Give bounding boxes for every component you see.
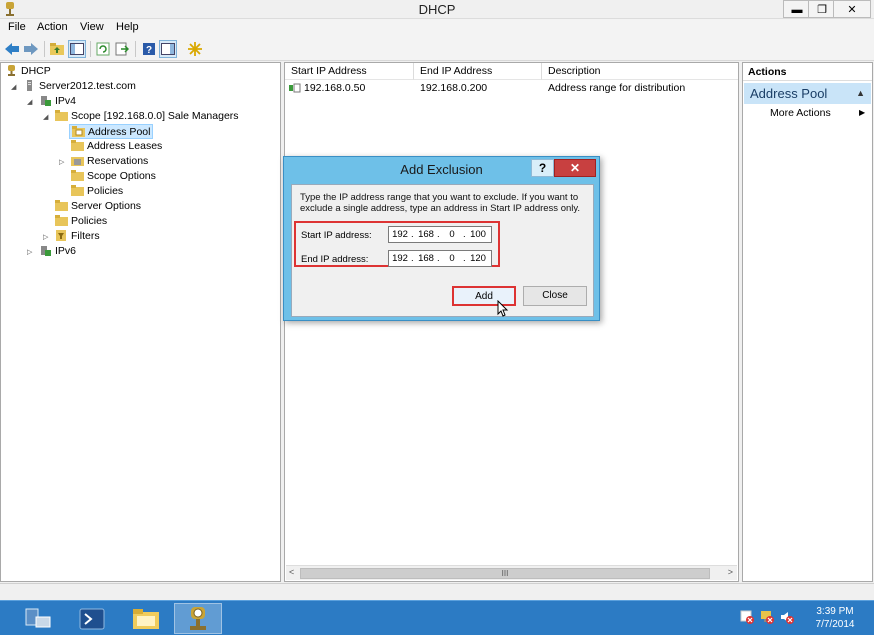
toolbar: ? — [0, 37, 874, 61]
tree-item-ipv6[interactable]: IPv6 — [39, 244, 76, 259]
column-end-ip[interactable]: End IP Address — [414, 63, 542, 80]
network-icon[interactable] — [760, 610, 774, 624]
ipv6-icon — [41, 246, 51, 256]
close-window-button[interactable]: ✕ — [833, 0, 871, 18]
column-start-ip[interactable]: Start IP Address — [285, 63, 414, 80]
collapse-section-icon[interactable]: ▲ — [856, 83, 865, 104]
end-ip-field[interactable]: 192 . 168 . 0 . 120 — [388, 250, 492, 267]
dialog-close-x-button[interactable]: ✕ — [554, 159, 596, 177]
clock-date: 7/7/2014 — [815, 619, 855, 630]
menu-help[interactable]: Help — [116, 21, 139, 33]
horizontal-scrollbar[interactable]: < III > — [286, 565, 737, 580]
menu-bar: File Action View Help — [0, 19, 874, 37]
svg-text:?: ? — [146, 45, 152, 56]
title-bar: DHCP ▬ ❐ ✕ — [0, 0, 874, 19]
tree-item-filters[interactable]: Filters — [55, 229, 100, 244]
collapse-ipv4-icon[interactable]: ◢ — [27, 95, 32, 110]
folder-icon — [71, 170, 84, 181]
tree-item-scope[interactable]: Scope [192.168.0.0] Sale Managers — [55, 109, 239, 124]
menu-file[interactable]: File — [8, 21, 26, 33]
scroll-left-icon[interactable]: < — [289, 567, 294, 577]
dialog-help-button[interactable]: ? — [531, 159, 554, 177]
forward-icon[interactable] — [22, 40, 40, 58]
end-ip-label: End IP address: — [301, 254, 369, 265]
server-icon — [27, 80, 32, 91]
add-exclusion-dialog: Add Exclusion ? ✕ Type the IP address ra… — [283, 156, 600, 321]
tree-item-server[interactable]: Server2012.test.com — [23, 79, 136, 94]
dialog-body: Type the IP address range that you want … — [291, 184, 594, 317]
column-description[interactable]: Description — [542, 63, 738, 80]
clock-time: 3:39 PM — [816, 606, 854, 617]
expand-filters-icon[interactable]: ▷ — [43, 230, 48, 245]
cell-description: Address range for distribution — [548, 82, 686, 94]
tree-item-scope-options[interactable]: Scope Options — [71, 169, 156, 184]
tree-item-address-pool[interactable]: Address Pool — [69, 124, 154, 139]
new-exclusion-icon[interactable] — [186, 40, 204, 58]
tree-item-policies[interactable]: Policies — [55, 214, 107, 229]
filter-icon — [56, 230, 66, 241]
expand-reservations-icon[interactable]: ▷ — [59, 155, 64, 170]
tree-item-address-leases[interactable]: Address Leases — [71, 139, 162, 154]
collapse-scope-icon[interactable]: ◢ — [43, 110, 48, 125]
folder-icon — [55, 215, 68, 226]
menu-view[interactable]: View — [80, 21, 104, 33]
results-list: Start IP Address End IP Address Descript… — [284, 62, 739, 582]
folder-icon — [55, 110, 68, 121]
mouse-cursor-icon — [497, 300, 509, 317]
close-button[interactable]: Close — [523, 286, 587, 306]
scroll-right-icon[interactable]: > — [728, 567, 733, 577]
dhcp-taskbar-icon[interactable] — [174, 603, 222, 634]
collapse-server-icon[interactable]: ◢ — [11, 80, 16, 95]
start-ip-label: Start IP address: — [301, 230, 372, 241]
dhcp-icon — [8, 65, 15, 76]
cell-end-ip: 192.168.0.200 — [420, 82, 488, 94]
system-clock[interactable]: 3:39 PM 7/7/2014 — [800, 605, 870, 631]
more-actions-item[interactable]: More Actions — [770, 107, 831, 119]
start-ip-field[interactable]: 192 . 168 . 0 . 100 — [388, 226, 492, 243]
tree-item-dhcp[interactable]: DHCP — [5, 64, 51, 79]
refresh-icon[interactable] — [94, 40, 112, 58]
ipv4-icon — [41, 96, 51, 106]
dialog-description: Type the IP address range that you want … — [300, 192, 581, 214]
tree-item-reservations[interactable]: Reservations — [71, 154, 148, 169]
export-list-icon[interactable] — [113, 40, 131, 58]
restore-button[interactable]: ❐ — [808, 0, 836, 18]
submenu-arrow-icon: ▶ — [859, 108, 866, 117]
file-explorer-icon[interactable] — [122, 603, 170, 634]
folder-icon — [71, 185, 84, 196]
menu-action[interactable]: Action — [37, 21, 68, 33]
console-tree: DHCP ◢ Server2012.test.com ◢ IPv4 ◢ Scop… — [0, 62, 281, 582]
up-folder-icon[interactable] — [48, 40, 66, 58]
minimize-button[interactable]: ▬ — [783, 0, 811, 18]
show-action-pane-icon[interactable] — [159, 40, 177, 58]
scroll-thumb[interactable]: III — [300, 568, 710, 579]
back-icon[interactable] — [3, 40, 21, 58]
tree-item-scope-policies[interactable]: Policies — [71, 184, 123, 199]
server-manager-icon[interactable] — [14, 603, 62, 634]
tree-item-ipv4[interactable]: IPv4 — [39, 94, 76, 109]
action-center-icon[interactable] — [740, 610, 754, 624]
actions-header: Actions — [743, 63, 872, 81]
taskbar: 3:39 PM 7/7/2014 — [0, 600, 874, 635]
address-pool-icon — [72, 126, 85, 137]
tree-item-server-options[interactable]: Server Options — [55, 199, 141, 214]
folder-icon — [55, 200, 68, 211]
address-range-icon — [289, 83, 301, 93]
window-title: DHCP — [418, 2, 456, 17]
folder-icon — [71, 140, 84, 151]
expand-ipv6-icon[interactable]: ▷ — [27, 245, 32, 260]
reservations-icon — [71, 157, 84, 166]
help-icon[interactable]: ? — [140, 40, 158, 58]
show-tree-icon[interactable] — [68, 40, 86, 58]
powershell-icon[interactable] — [68, 603, 116, 634]
actions-pane: Actions Address Pool ▲ More Actions ▶ — [742, 62, 873, 582]
actions-section-address-pool[interactable]: Address Pool ▲ — [744, 83, 871, 104]
cell-start-ip: 192.168.0.50 — [304, 82, 366, 94]
speaker-icon[interactable] — [780, 610, 794, 624]
status-bar — [0, 583, 874, 599]
